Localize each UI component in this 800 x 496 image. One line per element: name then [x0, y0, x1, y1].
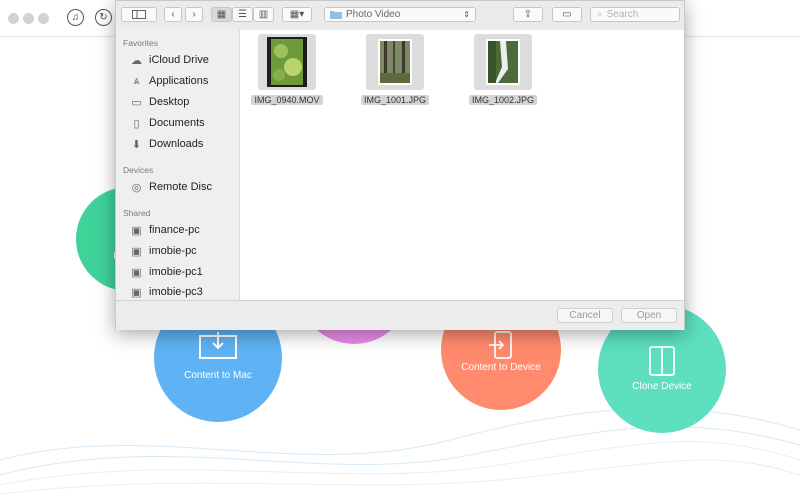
location-label: Photo Video: [346, 9, 401, 20]
sidebar-item-imobie-pc1[interactable]: ▣ imobie-pc1: [130, 263, 238, 281]
folder-icon: [330, 11, 342, 19]
back-button[interactable]: ‹: [164, 7, 182, 22]
updown-chevron-icon: ⇕: [463, 10, 470, 19]
sidebar-toggle-button[interactable]: [121, 7, 157, 22]
dialog-toolbar: ‹ › ▦ ☰ ▥ ▦▾ Photo Video ⇕ ⇪ ▭ ⌕ Search: [116, 1, 684, 31]
chevron-left-icon: ‹: [171, 9, 175, 20]
content-to-mac-label: Content to Mac: [184, 370, 252, 381]
tag-icon: ▭: [562, 9, 572, 20]
sidebar-item-label: imobie-pc3: [149, 286, 203, 298]
file-item-img-1001[interactable]: IMG_1001.JPG: [350, 34, 440, 108]
disc-icon: ◎: [131, 181, 142, 194]
sidebar-item-label: Documents: [149, 117, 205, 129]
phone-import-icon: [489, 331, 512, 359]
file-name: IMG_1001.JPG: [360, 95, 430, 105]
window-zoom-button[interactable]: [38, 13, 49, 24]
file-open-dialog: ‹ › ▦ ☰ ▥ ▦▾ Photo Video ⇕ ⇪ ▭ ⌕ Search …: [115, 0, 685, 330]
document-icon: ▯: [133, 117, 140, 130]
search-icon: ⌕: [597, 9, 603, 20]
download-icon: ⬇: [131, 138, 142, 151]
sidebar-item-icloud-drive[interactable]: ☁ iCloud Drive: [130, 51, 238, 69]
file-item-img-1002[interactable]: IMG_1002.JPG: [458, 34, 548, 108]
sidebar-item-label: finance-pc: [149, 224, 200, 236]
grid-view-icon: ▦: [216, 9, 227, 20]
sidebar-item-label: imobie-pc: [149, 245, 197, 257]
applications-icon: ⩓: [133, 74, 140, 87]
cloud-icon: ☁: [131, 54, 142, 67]
computer-icon: ▣: [131, 224, 142, 237]
sidebar-item-label: Remote Disc: [149, 181, 212, 193]
forward-button[interactable]: ›: [185, 7, 203, 22]
sidebar-item-label: Downloads: [149, 138, 204, 150]
desktop-icon: ▭: [131, 96, 142, 109]
search-placeholder: Search: [606, 9, 639, 20]
file-thumbnail: [474, 34, 532, 90]
clone-device-label: Clone Device: [632, 381, 692, 392]
sidebar-icon: [132, 10, 146, 19]
arrange-button[interactable]: ▦▾: [282, 7, 312, 22]
cancel-button[interactable]: Cancel: [557, 308, 613, 323]
sidebar-item-imobie-pc3[interactable]: ▣ imobie-pc3: [130, 283, 238, 301]
clone-phones-icon: [649, 346, 675, 376]
list-view-button[interactable]: ☰: [232, 7, 253, 22]
refresh-icon[interactable]: ↻: [95, 9, 112, 26]
arrange-grid-icon: ▦▾: [289, 9, 305, 20]
sidebar-item-label: Desktop: [149, 96, 190, 108]
sidebar-item-desktop[interactable]: ▭ Desktop: [130, 93, 238, 111]
music-icon[interactable]: ♫: [67, 9, 84, 26]
computer-icon: ▣: [131, 266, 142, 279]
column-view-icon: ▥: [258, 9, 269, 20]
list-view-icon: ☰: [238, 9, 247, 20]
dialog-footer: Cancel Open: [116, 300, 684, 330]
section-shared: Shared: [123, 208, 151, 218]
computer-icon: ▣: [131, 286, 142, 299]
location-popup[interactable]: Photo Video ⇕: [324, 7, 476, 22]
tag-button[interactable]: ▭: [552, 7, 582, 22]
chevron-right-icon: ›: [192, 9, 196, 20]
sidebar-item-label: Applications: [149, 75, 209, 87]
sidebar-item-imobie-pc[interactable]: ▣ imobie-pc: [130, 242, 238, 260]
forest-photo-image: [378, 39, 412, 85]
file-item-img-0940[interactable]: IMG_0940.MOV: [242, 34, 332, 108]
monitor-download-icon: [199, 332, 237, 359]
content-to-device-label: Content to Device: [461, 362, 541, 373]
file-name: IMG_0940.MOV: [251, 95, 323, 105]
sidebar-item-label: imobie-pc1: [149, 266, 203, 278]
sidebar-item-downloads[interactable]: ⬇ Downloads: [130, 135, 238, 153]
icon-view-button[interactable]: ▦: [211, 7, 232, 22]
dialog-sidebar: Favorites ☁ iCloud Drive ⩓ Applications …: [116, 30, 240, 300]
sidebar-item-remote-disc[interactable]: ◎ Remote Disc: [130, 178, 238, 196]
window-minimize-button[interactable]: [23, 13, 34, 24]
sidebar-item-finance-pc[interactable]: ▣ finance-pc: [130, 221, 238, 239]
waterfall-photo-image: [486, 39, 520, 85]
open-button[interactable]: Open: [621, 308, 677, 323]
share-icon: ⇪: [523, 9, 533, 20]
section-favorites: Favorites: [123, 38, 158, 48]
computer-icon: ▣: [131, 245, 142, 258]
sidebar-item-documents[interactable]: ▯ Documents: [130, 114, 238, 132]
section-devices: Devices: [123, 165, 154, 175]
video-thumbnail-image: [267, 37, 307, 87]
sidebar-item-label: iCloud Drive: [149, 54, 209, 66]
file-thumbnail: [258, 34, 316, 90]
share-button[interactable]: ⇪: [513, 7, 543, 22]
file-browser-content: IMG_0940.MOV IMG_1001.JPG IMG_1002.JPG: [240, 30, 684, 300]
file-name: IMG_1002.JPG: [468, 95, 538, 105]
column-view-button[interactable]: ▥: [253, 7, 274, 22]
sidebar-item-applications[interactable]: ⩓ Applications: [130, 72, 238, 90]
window-close-button[interactable]: [8, 13, 19, 24]
file-thumbnail: [366, 34, 424, 90]
search-field[interactable]: ⌕ Search: [590, 7, 680, 22]
